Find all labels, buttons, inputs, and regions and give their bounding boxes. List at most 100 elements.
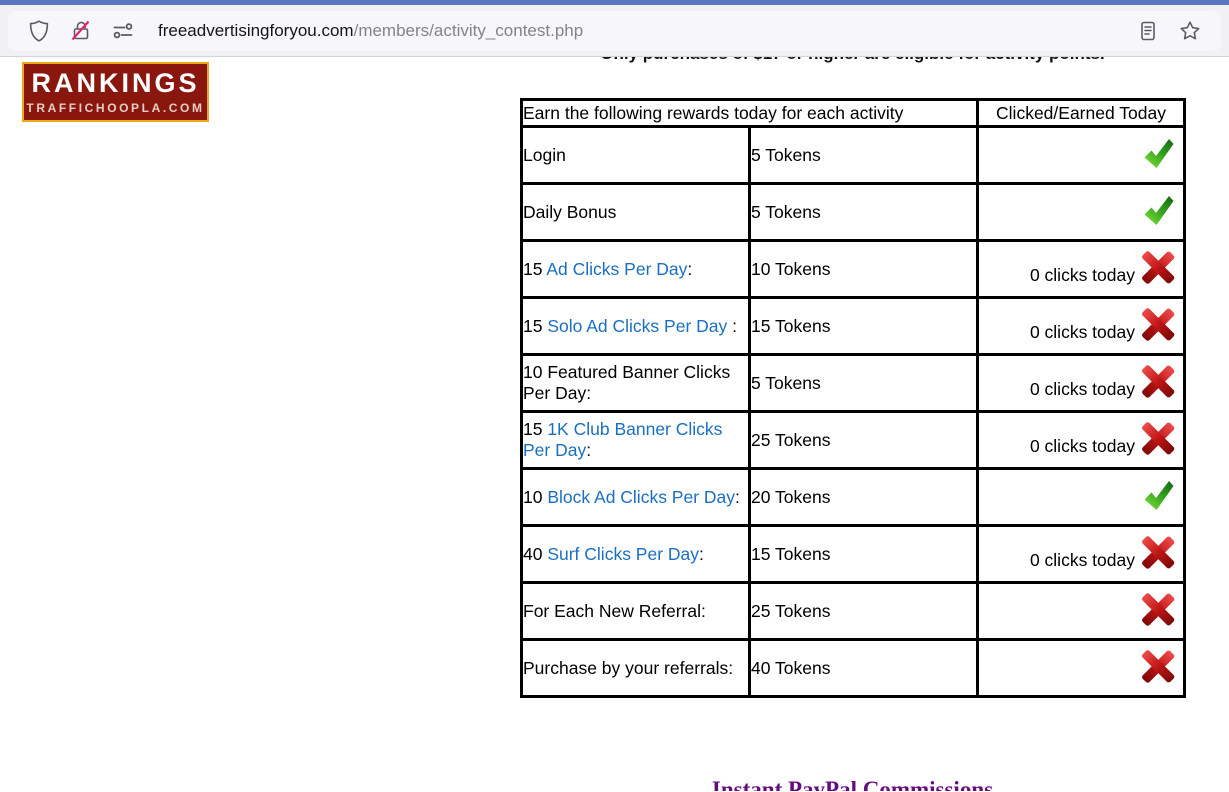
status-cell-inner [979, 480, 1183, 514]
activity-cell: Purchase by your referrals: [520, 638, 751, 698]
activity-link[interactable]: Block Ad Clicks Per Day [547, 487, 735, 507]
status-cell [976, 467, 1186, 527]
check-icon [1144, 195, 1174, 225]
status-cell [976, 638, 1186, 698]
activity-prefix: 15 [523, 258, 547, 279]
status-text: 0 clicks today [1029, 321, 1135, 342]
logo-title: RANKINGS [31, 67, 200, 98]
table-row: 15 1K Club Banner Clicks Per Day: 25 Tok… [520, 410, 1186, 470]
status-cell: 0 clicks today [976, 296, 1186, 356]
permissions-icon[interactable] [111, 19, 135, 43]
url-bar[interactable]: freeadvertisingforyou.com/members/activi… [8, 10, 1221, 51]
activity-suffix: : [699, 543, 704, 564]
status-cell [976, 182, 1186, 242]
activity-cell: Daily Bonus [520, 182, 751, 242]
tokens-cell: 20 Tokens [748, 467, 979, 527]
status-cell: 0 clicks today [976, 410, 1186, 470]
status-cell [976, 581, 1186, 641]
status-cell-inner: 0 clicks today [979, 535, 1183, 571]
status-text: 0 clicks today [1029, 549, 1135, 570]
activity-cell: 40 Surf Clicks Per Day: [520, 524, 751, 584]
activity-prefix: 10 [523, 486, 548, 507]
table-row: Daily Bonus 5 Tokens [520, 182, 1186, 242]
tokens-cell: 10 Tokens [748, 239, 979, 299]
cross-icon [1142, 307, 1175, 341]
tokens-cell: 15 Tokens [748, 296, 979, 356]
status-cell: 0 clicks today [976, 524, 1186, 584]
tokens-cell: 25 Tokens [748, 581, 979, 641]
table-row: 40 Surf Clicks Per Day: 15 Tokens 0 clic… [520, 524, 1186, 584]
activity-link[interactable]: Ad Clicks Per Day [546, 259, 687, 279]
url-domain: freeadvertisingforyou.com [158, 20, 354, 40]
activity-cell: 15 Solo Ad Clicks Per Day : [520, 296, 751, 356]
header-activity: Earn the following rewards today for eac… [520, 98, 979, 128]
table-row: 10 Featured Banner Clicks Per Day: 5 Tok… [520, 353, 1186, 413]
status-cell: 0 clicks today [976, 353, 1186, 413]
status-cell-inner [979, 649, 1183, 685]
activity-prefix: 15 [523, 315, 548, 336]
activity-prefix: Login [523, 144, 566, 165]
insecure-lock-icon[interactable] [69, 19, 93, 43]
cross-icon [1142, 364, 1175, 398]
reader-view-icon[interactable] [1136, 19, 1160, 43]
bookmark-star-icon[interactable] [1178, 19, 1202, 43]
status-text: 0 clicks today [1029, 378, 1135, 399]
activity-prefix: 10 Featured Banner Clicks Per Day: [523, 362, 731, 403]
table-row: For Each New Referral: 25 Tokens [520, 581, 1186, 641]
tokens-cell: 5 Tokens [748, 353, 979, 413]
activity-prefix: Daily Bonus [523, 201, 617, 222]
activity-table-body: Login 5 Tokens Daily Bonus 5 Tokens 15 A… [520, 125, 1186, 698]
status-cell-inner: 0 clicks today [979, 307, 1183, 343]
page-actions [1127, 19, 1211, 43]
url-path: /members/activity_contest.php [353, 20, 584, 40]
activity-cell: Login [520, 125, 751, 185]
eligibility-notice: Only purchases of $17 or higher are elig… [520, 57, 1185, 64]
table-row: 15 Ad Clicks Per Day: 10 Tokens 0 clicks… [520, 239, 1186, 299]
table-row: Login 5 Tokens [520, 125, 1186, 185]
activity-suffix: : [687, 258, 693, 279]
activity-suffix: : [735, 486, 740, 507]
table-row: 10 Block Ad Clicks Per Day: 20 Tokens [520, 467, 1186, 527]
activity-cell: 15 Ad Clicks Per Day: [520, 239, 751, 299]
status-cell-inner: 0 clicks today [979, 250, 1183, 286]
tokens-cell: 15 Tokens [748, 524, 979, 584]
tokens-cell: 25 Tokens [748, 410, 979, 470]
page-content: Only purchases of $17 or higher are elig… [0, 57, 1229, 791]
cross-icon [1142, 250, 1175, 284]
cross-icon [1142, 421, 1175, 455]
browser-toolbar: freeadvertisingforyou.com/members/activi… [0, 5, 1229, 57]
activity-prefix: 40 [523, 543, 548, 564]
cross-icon [1142, 592, 1175, 626]
table-row: Purchase by your referrals: 40 Tokens [520, 638, 1186, 698]
rankings-logo[interactable]: RANKINGS TRAFFICHOOPLA.COM [22, 62, 209, 122]
status-cell-inner [979, 592, 1183, 628]
activity-link[interactable]: Surf Clicks Per Day [547, 544, 699, 564]
status-cell-inner: 0 clicks today [979, 421, 1183, 457]
activity-prefix: For Each New Referral: [523, 600, 706, 621]
activity-cell: 10 Featured Banner Clicks Per Day: [520, 353, 751, 413]
status-text: 0 clicks today [1029, 264, 1135, 285]
table-header-row: Earn the following rewards today for eac… [520, 98, 1186, 128]
activity-cell: 10 Block Ad Clicks Per Day: [520, 467, 751, 527]
tokens-cell: 40 Tokens [748, 638, 979, 698]
activity-suffix: : [586, 440, 592, 460]
check-icon [1144, 138, 1174, 168]
status-cell: 0 clicks today [976, 239, 1186, 299]
status-cell [976, 125, 1186, 185]
status-cell-inner [979, 195, 1183, 229]
activity-link[interactable]: Solo Ad Clicks Per Day [547, 316, 727, 336]
tokens-cell: 5 Tokens [748, 125, 979, 185]
url-text[interactable]: freeadvertisingforyou.com/members/activi… [158, 21, 1127, 41]
status-cell-inner: 0 clicks today [979, 364, 1183, 400]
paypal-commissions-heading: Instant PayPal Commissions [711, 777, 994, 791]
status-cell-inner [979, 138, 1183, 172]
check-icon [1144, 480, 1174, 510]
table-row: 15 Solo Ad Clicks Per Day : 15 Tokens 0 … [520, 296, 1186, 356]
shield-icon[interactable] [27, 19, 51, 43]
activity-prefix: 15 [523, 419, 548, 439]
status-text: 0 clicks today [1029, 435, 1135, 456]
activity-prefix: Purchase by your referrals: [523, 657, 734, 678]
activity-link[interactable]: 1K Club Banner Clicks Per Day [523, 419, 722, 460]
cross-icon [1142, 535, 1175, 569]
tokens-cell: 5 Tokens [748, 182, 979, 242]
